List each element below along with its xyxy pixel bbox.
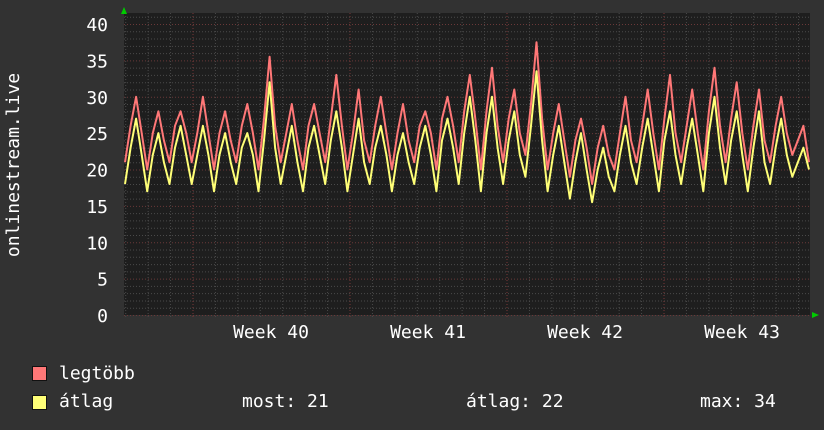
x-tick-label: Week 41 xyxy=(390,322,466,343)
y-tick-label: 5 xyxy=(97,270,108,291)
y-axis-label: onlinestream.live xyxy=(3,73,24,257)
y-tick-label: 15 xyxy=(86,197,108,218)
stat-average: átlag: 22 xyxy=(466,391,564,412)
x-axis-arrow-icon xyxy=(812,312,819,318)
y-tick-label: 25 xyxy=(86,124,108,145)
y-tick-label: 40 xyxy=(86,15,108,36)
x-axis-labels: Week 40 Week 41 Week 42 Week 43 xyxy=(233,322,780,343)
x-tick-label: Week 43 xyxy=(704,322,780,343)
y-tick-label: 35 xyxy=(86,51,108,72)
y-tick-label: 0 xyxy=(97,306,108,327)
x-tick-label: Week 42 xyxy=(547,322,623,343)
y-tick-label: 30 xyxy=(86,88,108,109)
y-axis-ticks: 0 5 10 15 20 25 30 35 40 xyxy=(86,15,108,327)
legend-label-max: legtöbb xyxy=(59,363,135,384)
legend-swatch-avg xyxy=(32,395,47,410)
x-tick-label: Week 40 xyxy=(233,322,309,343)
y-axis-arrow-icon xyxy=(121,7,127,14)
legend-label-avg: átlag xyxy=(59,391,114,412)
y-tick-label: 10 xyxy=(86,233,108,254)
y-tick-label: 20 xyxy=(86,161,108,182)
plot-area xyxy=(124,13,810,315)
stat-now: most: 21 xyxy=(242,391,329,412)
stat-max: max: 34 xyxy=(700,391,776,412)
legend-swatch-max xyxy=(32,366,47,381)
